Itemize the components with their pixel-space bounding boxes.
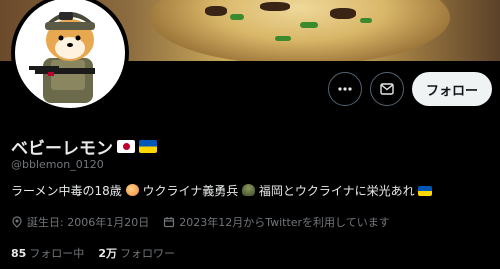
followers-link[interactable]: 2万 フォロワー (98, 245, 175, 261)
banner-detail (275, 36, 291, 41)
banner-detail (360, 18, 372, 23)
profile-avatar[interactable] (11, 0, 129, 112)
message-icon (380, 83, 394, 95)
japan-flag-icon (117, 140, 135, 153)
ukraine-flag-icon (139, 140, 157, 153)
peach-emoji-icon (125, 184, 139, 196)
banner-detail (260, 2, 290, 11)
followers-label: フォロワー (119, 247, 175, 260)
following-link[interactable]: 85 フォロー中 (11, 245, 84, 261)
message-button[interactable] (369, 72, 404, 106)
banner-detail (300, 22, 318, 28)
following-count: 85 (11, 247, 27, 260)
ukraine-flag-emoji-icon (418, 186, 433, 196)
calendar-icon (164, 217, 175, 228)
joined-text: 2023年12月からTwitterを利用しています (179, 216, 390, 229)
profile-meta: 誕生日: 2006年1月20日 2023年12月からTwitterを利用していま… (11, 214, 390, 230)
joined-item: 2023年12月からTwitterを利用しています (163, 214, 390, 230)
follow-button[interactable]: フォロー (411, 72, 492, 106)
avatar-illustration (29, 12, 95, 103)
banner-detail (230, 14, 244, 20)
avatar-image (15, 0, 125, 108)
banner-detail (205, 6, 227, 16)
birthday-text: 誕生日: 2006年1月20日 (27, 216, 150, 229)
banner-detail (330, 8, 356, 19)
following-label: フォロー中 (29, 247, 85, 260)
user-handle: @bblemon_0120 (11, 158, 104, 171)
bio-text-2: ウクライナ義勇兵 (142, 184, 239, 198)
location-pin-icon (12, 216, 22, 228)
birthday-item: 誕生日: 2006年1月20日 (11, 214, 149, 230)
display-name-row: ベビーレモン (11, 134, 157, 159)
helmet-emoji-icon (242, 184, 256, 196)
more-button[interactable] (327, 72, 362, 106)
display-name: ベビーレモン (11, 139, 113, 159)
banner-food (150, 0, 450, 61)
profile-bio: ラーメン中毒の18歳 ウクライナ義勇兵 福岡とウクライナに栄光あれ (11, 182, 433, 199)
followers-count: 2万 (98, 247, 117, 260)
follow-stats: 85 フォロー中 2万 フォロワー (11, 245, 175, 261)
profile-actions: フォロー (327, 72, 492, 106)
bio-text-3: 福岡とウクライナに栄光あれ (258, 184, 415, 198)
more-icon (338, 87, 352, 91)
bio-text-1: ラーメン中毒の18歳 (11, 184, 122, 198)
